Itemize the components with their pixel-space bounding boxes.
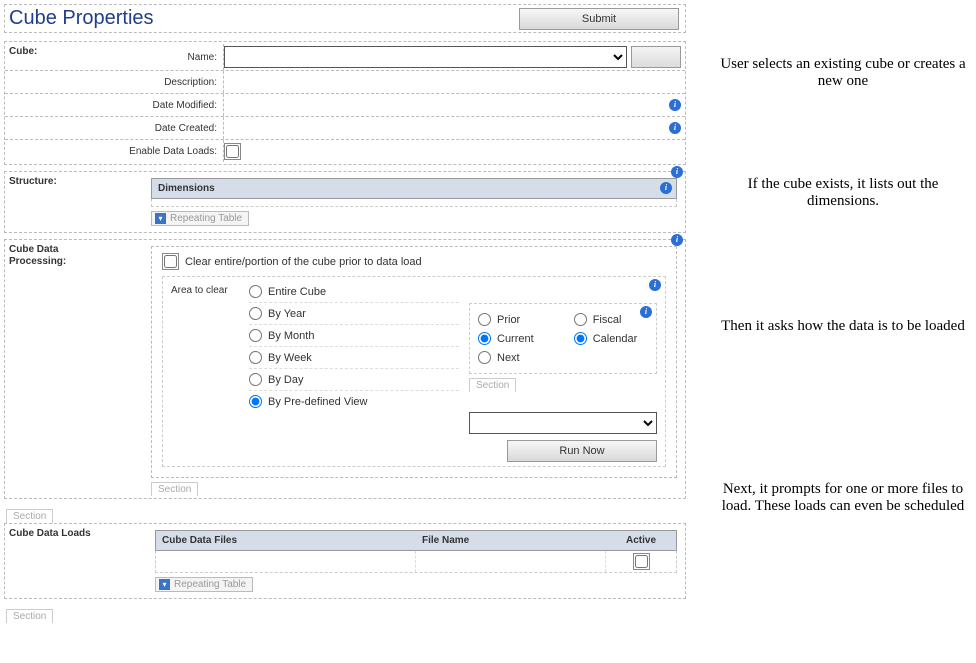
- description-value: [223, 71, 685, 93]
- radio-by-week[interactable]: By Week: [249, 347, 459, 369]
- repeating-table-tag[interactable]: ▾ Repeating Table: [155, 577, 253, 592]
- dimensions-header: Dimensions i: [151, 178, 677, 199]
- info-icon[interactable]: i: [669, 122, 681, 134]
- annotation-1: User selects an existing cube or creates…: [720, 56, 966, 90]
- table-row: [155, 551, 677, 573]
- section-tab: Section: [469, 378, 516, 392]
- dimensions-body: [151, 199, 677, 207]
- area-radio-group: Entire Cube By Year By Month By Week By …: [249, 281, 459, 462]
- loads-table-header: Cube Data Files File Name Active: [155, 530, 677, 551]
- predefined-view-select[interactable]: [469, 412, 657, 434]
- repeating-table-tag[interactable]: ▾ Repeating Table: [151, 211, 249, 226]
- date-modified-label: Date Modified:: [5, 100, 223, 111]
- radio-prior[interactable]: Prior: [478, 310, 534, 329]
- name-select[interactable]: [224, 46, 627, 68]
- radio-by-year[interactable]: By Year: [249, 303, 459, 325]
- run-now-button[interactable]: Run Now: [507, 440, 657, 462]
- enable-loads-checkbox[interactable]: [226, 145, 239, 158]
- page-title: Cube Properties: [9, 7, 154, 30]
- radio-fiscal[interactable]: Fiscal: [574, 310, 638, 329]
- cube-section: Cube: Name: Description: Date Modified: …: [4, 41, 686, 165]
- clear-checkbox[interactable]: [164, 255, 177, 268]
- annotation-2: If the cube exists, it lists out the dim…: [720, 176, 966, 210]
- cube-section-label: Cube:: [5, 42, 79, 62]
- submit-button[interactable]: Submit: [519, 8, 679, 30]
- date-created-label: Date Created:: [5, 123, 223, 134]
- annotation-3: Then it asks how the data is to be loade…: [720, 318, 966, 335]
- col-active: Active: [606, 531, 676, 550]
- title-bar: Cube Properties Submit: [4, 4, 686, 33]
- radio-calendar[interactable]: Calendar: [574, 329, 638, 348]
- radio-by-month[interactable]: By Month: [249, 325, 459, 347]
- chevron-down-icon: ▾: [159, 579, 170, 590]
- radio-entire-cube[interactable]: Entire Cube: [249, 281, 459, 303]
- section-tab: Section: [6, 609, 53, 623]
- section-tab: Section: [6, 509, 53, 523]
- annotation-4: Next, it prompts for one or more files t…: [720, 481, 966, 515]
- processing-section: i Cube Data Processing: Clear entire/por…: [4, 239, 686, 499]
- section-tab: Section: [151, 482, 198, 496]
- area-to-clear-label: Area to clear: [171, 281, 249, 462]
- row-active-checkbox[interactable]: [635, 555, 648, 568]
- col-cube-data-files: Cube Data Files: [156, 531, 416, 550]
- enable-loads-label: Enable Data Loads:: [5, 146, 223, 157]
- new-cube-button[interactable]: [631, 46, 681, 68]
- clear-checkbox-label: Clear entire/portion of the cube prior t…: [185, 256, 422, 268]
- loads-section: Cube Data Loads Cube Data Files File Nam…: [4, 523, 686, 599]
- info-icon[interactable]: i: [669, 99, 681, 111]
- radio-by-view[interactable]: By Pre-defined View: [249, 391, 459, 412]
- info-icon[interactable]: i: [640, 306, 652, 318]
- processing-section-label: Cube Data Processing:: [5, 240, 79, 272]
- structure-section: i Structure: Dimensions i ▾ Repeating Ta…: [4, 171, 686, 233]
- info-icon[interactable]: i: [671, 234, 683, 246]
- description-label: Description:: [5, 77, 223, 88]
- loads-section-label: Cube Data Loads: [5, 524, 145, 544]
- annotation-column: User selects an existing cube or creates…: [690, 0, 976, 631]
- timeframe-calendar-group: i Prior Current Next Fiscal Calendar: [469, 303, 657, 374]
- radio-next[interactable]: Next: [478, 348, 534, 367]
- col-file-name: File Name: [416, 531, 606, 550]
- radio-by-day[interactable]: By Day: [249, 369, 459, 391]
- info-icon[interactable]: i: [660, 182, 672, 194]
- radio-current[interactable]: Current: [478, 329, 534, 348]
- chevron-down-icon: ▾: [155, 213, 166, 224]
- info-icon[interactable]: i: [671, 166, 683, 178]
- structure-section-label: Structure:: [5, 172, 79, 192]
